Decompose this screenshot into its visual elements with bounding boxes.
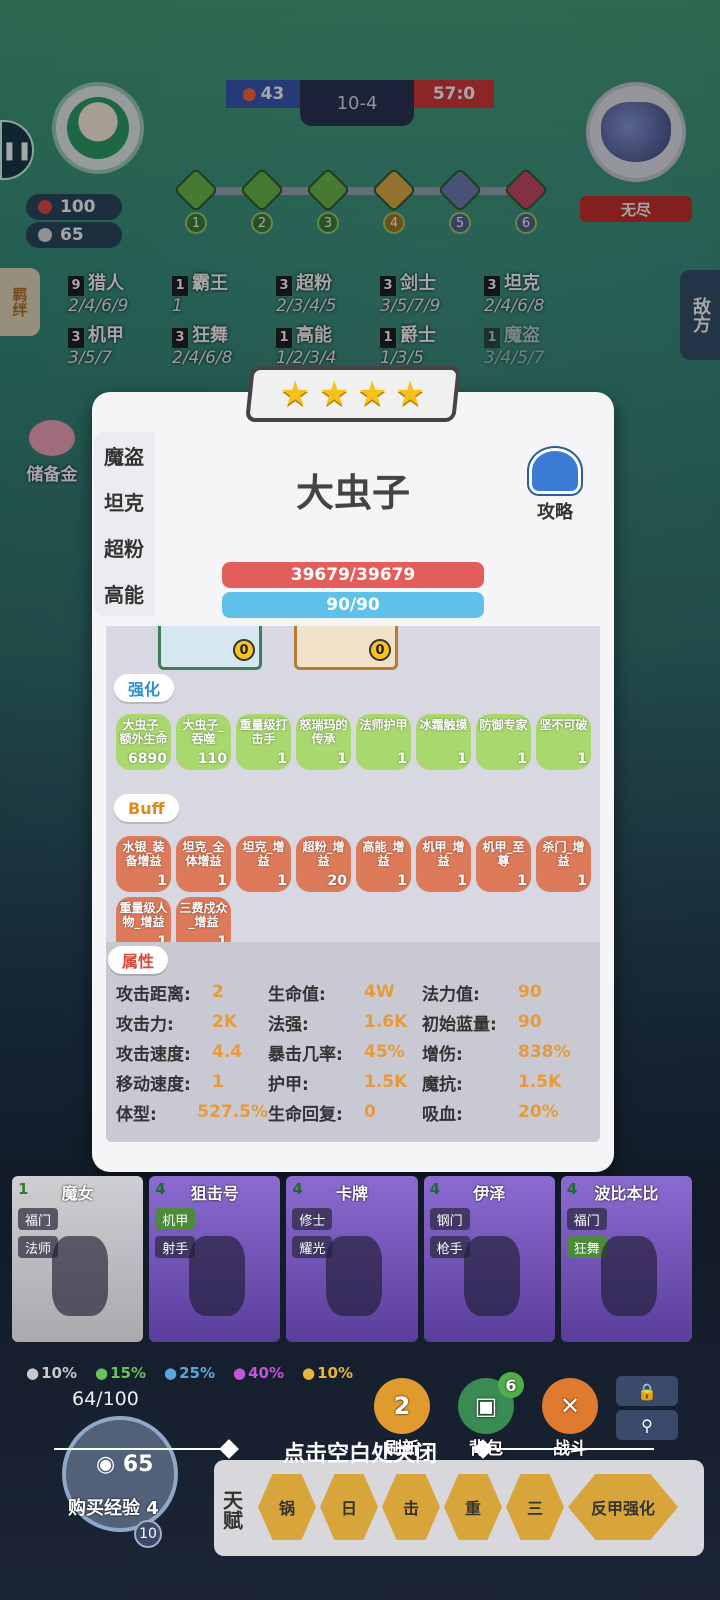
buy-xp-label: 购买经验 4 bbox=[68, 1498, 159, 1519]
trait-tabs: 魔盗 坦克 超粉 高能 bbox=[94, 432, 154, 616]
graduation-cap-icon bbox=[529, 448, 581, 494]
talent-hex[interactable]: 反甲强化 bbox=[568, 1474, 678, 1540]
enhance-chip[interactable]: 冰霜触摸 1 bbox=[416, 714, 471, 770]
section-buff-title: Buff bbox=[114, 794, 179, 822]
attribute: 吸血: 20% bbox=[422, 1102, 559, 1125]
hero-portrait bbox=[326, 1236, 383, 1316]
shop-card[interactable]: 4 波比本比 福门 狂舞 bbox=[560, 1176, 693, 1342]
attribute: 攻击力: 2K bbox=[116, 1012, 238, 1035]
talent-hex[interactable]: 击 bbox=[382, 1474, 440, 1540]
hero-portrait bbox=[189, 1236, 246, 1316]
star-icon: ★ bbox=[280, 374, 311, 414]
trait-tab[interactable]: 坦克 bbox=[94, 478, 154, 524]
close-hint[interactable]: 点击空白处关闭 bbox=[0, 1436, 720, 1468]
hero-portrait bbox=[463, 1236, 520, 1316]
enhance-chip[interactable]: 重量级打击手 1 bbox=[236, 714, 291, 770]
buff-chip[interactable]: 机甲_至尊 1 bbox=[476, 836, 531, 892]
trait-tab[interactable]: 超粉 bbox=[94, 524, 154, 570]
crossed-swords-icon: ✕ bbox=[542, 1378, 598, 1434]
hero-shop: 1 魔女 福门 法师 4 狙击号 机甲 射手 4 卡牌 修士 耀光 4 伊泽 钢门 枪手 4 波比本比 福门… bbox=[12, 1176, 693, 1346]
attribute: 移动速度: 1 bbox=[116, 1072, 224, 1095]
odds-tier-5: 10% bbox=[302, 1364, 353, 1382]
equipment-slot[interactable]: 0 bbox=[294, 626, 398, 670]
talent-hex[interactable]: 锅 bbox=[258, 1474, 316, 1540]
hero-detail-modal: 大虫子 攻略 39679/39679 90/90 0 0 强化 大虫子_额外生命… bbox=[92, 392, 614, 1172]
talent-hex[interactable]: 重 bbox=[444, 1474, 502, 1540]
attribute: 暴击几率: 45% bbox=[268, 1042, 405, 1065]
enhance-chip[interactable]: 怒瑞玛的传承 1 bbox=[296, 714, 351, 770]
shop-card[interactable]: 4 狙击号 机甲 射手 bbox=[149, 1176, 281, 1342]
star-icon: ★ bbox=[395, 374, 426, 414]
buff-chip[interactable]: 坦克_全体增益 1 bbox=[176, 836, 231, 892]
mana-bar: 90/90 bbox=[222, 592, 484, 618]
attribute: 生命回复: 0 bbox=[268, 1102, 376, 1125]
lock-shop-button[interactable]: 🔒 bbox=[616, 1376, 678, 1406]
odds-tier-4: 40% bbox=[233, 1364, 284, 1382]
hero-portrait bbox=[52, 1236, 108, 1316]
buff-chip[interactable]: 水银_装备增益 1 bbox=[116, 836, 171, 892]
attributes-panel: 属性 攻击距离: 2 生命值: 4W 法力值: 90 攻击力: 2K 法强: 1.6K 初… bbox=[106, 942, 600, 1142]
search-icon: ⚲ bbox=[641, 1415, 653, 1435]
hero-portrait bbox=[600, 1236, 657, 1316]
trait-tab[interactable]: 高能 bbox=[94, 570, 154, 616]
section-attr-title: 属性 bbox=[108, 946, 169, 974]
coins-icon: 2 bbox=[374, 1378, 430, 1434]
attribute-grid: 攻击距离: 2 生命值: 4W 法力值: 90 攻击力: 2K 法强: 1.6K 初始蓝量… bbox=[116, 980, 596, 1125]
odds-tier-2: 15% bbox=[95, 1364, 146, 1382]
attribute: 法力值: 90 bbox=[422, 982, 542, 1005]
buff-chip[interactable]: 机甲_增益 1 bbox=[416, 836, 471, 892]
attribute: 初始蓝量: 90 bbox=[422, 1012, 542, 1035]
buff-chip[interactable]: 高能_增益 1 bbox=[356, 836, 411, 892]
buff-chip[interactable]: 杀门_增益 1 bbox=[536, 836, 591, 892]
xp-progress: 64/100 bbox=[72, 1388, 139, 1410]
odds-tier-3: 25% bbox=[164, 1364, 215, 1382]
attribute: 法强: 1.6K bbox=[268, 1012, 408, 1035]
buff-list: 水银_装备增益 1 坦克_全体增益 1 坦克_增益 1 超粉_增益 20 高能_增益 1 … bbox=[116, 836, 596, 953]
buff-chip[interactable]: 坦克_增益 1 bbox=[236, 836, 291, 892]
attribute: 攻击距离: 2 bbox=[116, 982, 224, 1005]
shop-odds: 10% 15% 25% 40% 10% bbox=[26, 1364, 353, 1382]
shop-card[interactable]: 4 卡牌 修士 耀光 bbox=[286, 1176, 418, 1342]
attribute: 攻击速度: 4.4 bbox=[116, 1042, 243, 1065]
refresh-button[interactable]: 2 刷新 bbox=[370, 1378, 434, 1459]
battle-button[interactable]: ✕ 战斗 bbox=[538, 1378, 602, 1459]
backpack-button[interactable]: ▣6背包 bbox=[454, 1372, 524, 1459]
enhance-chip[interactable]: 防御专家 1 bbox=[476, 714, 531, 770]
hp-bar: 39679/39679 bbox=[222, 562, 484, 588]
talent-list: 锅 日 击 重 三 反甲强化 bbox=[258, 1474, 678, 1540]
attribute: 魔抗: 1.5K bbox=[422, 1072, 562, 1095]
star-icon: ★ bbox=[318, 374, 349, 414]
trait-tab[interactable]: 魔盗 bbox=[94, 432, 154, 478]
attribute: 护甲: 1.5K bbox=[268, 1072, 408, 1095]
star-icon: ★ bbox=[357, 374, 388, 414]
enhance-chip[interactable]: 大虫子_吞噬 110 bbox=[176, 714, 231, 770]
attribute: 增伤: 838% bbox=[422, 1042, 571, 1065]
talent-hex[interactable]: 三 bbox=[506, 1474, 564, 1540]
talent-label: 天赋 bbox=[219, 1490, 244, 1530]
enhance-chip[interactable]: 法师护甲 1 bbox=[356, 714, 411, 770]
shop-card[interactable]: 1 魔女 福门 法师 bbox=[12, 1176, 144, 1342]
lock-icon: 🔒 bbox=[637, 1381, 657, 1401]
enhance-list: 大虫子_额外生命 6890 大虫子_吞噬 110 重量级打击手 1 怒瑞玛的传承 1 法… bbox=[116, 714, 596, 770]
buff-chip[interactable]: 超粉_增益 20 bbox=[296, 836, 351, 892]
shop-card[interactable]: 4 伊泽 钢门 枪手 bbox=[423, 1176, 555, 1342]
enhance-chip[interactable]: 坚不可破 1 bbox=[536, 714, 591, 770]
enhance-chip[interactable]: 大虫子_额外生命 6890 bbox=[116, 714, 171, 770]
star-rating: ★ ★ ★ ★ bbox=[245, 366, 461, 422]
guide-button[interactable]: 攻略 bbox=[520, 448, 590, 524]
player-level: 10 bbox=[134, 1520, 162, 1548]
odds-tier-1: 10% bbox=[26, 1364, 77, 1382]
attribute: 生命值: 4W bbox=[268, 982, 395, 1005]
equipment-slot[interactable]: 0 bbox=[158, 626, 262, 670]
detail-scroll-area[interactable]: 0 0 强化 大虫子_额外生命 6890 大虫子_吞噬 110 重量级打击手 1 怒瑞… bbox=[106, 626, 600, 1142]
talent-hex[interactable]: 日 bbox=[320, 1474, 378, 1540]
section-enhance-title: 强化 bbox=[114, 674, 175, 702]
attribute: 体型: 527.5% bbox=[116, 1102, 268, 1125]
